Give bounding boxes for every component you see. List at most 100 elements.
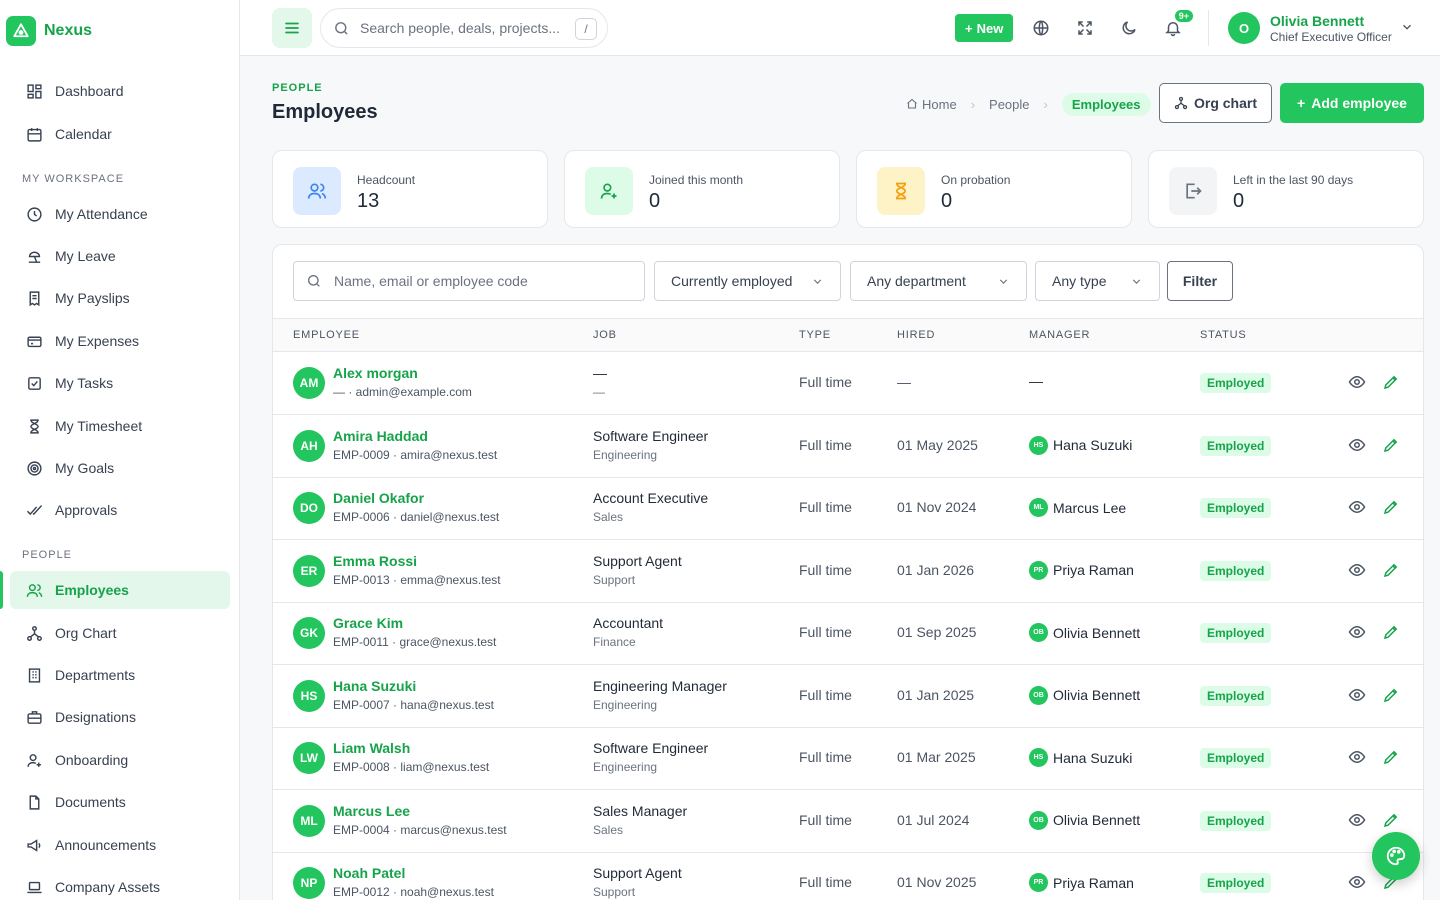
edit-icon[interactable]	[1382, 811, 1400, 832]
manager-avatar: OB	[1029, 810, 1048, 830]
menu-toggle-button[interactable]	[272, 8, 312, 48]
edit-icon[interactable]	[1382, 623, 1400, 644]
edit-icon[interactable]	[1382, 686, 1400, 707]
sidebar-item-company-assets[interactable]: Company Assets	[10, 868, 230, 900]
org-chart-button[interactable]: Org chart	[1159, 83, 1272, 123]
view-icon[interactable]	[1348, 686, 1366, 707]
column-header-job[interactable]: JOB	[593, 329, 617, 341]
filter-button[interactable]: Filter	[1167, 261, 1233, 301]
sidebar-item-onboarding[interactable]: Onboarding	[10, 741, 230, 779]
column-header-employee[interactable]: EMPLOYEE	[293, 329, 360, 341]
status-badge: Employed	[1200, 685, 1272, 706]
stat-card-left: Left in the last 90 days 0	[1148, 150, 1424, 228]
sidebar-item-designations[interactable]: Designations	[10, 698, 230, 736]
stat-label: Headcount	[357, 173, 416, 187]
manager-avatar: HS	[1029, 435, 1048, 455]
sidebar-item-dashboard[interactable]: Dashboard	[10, 72, 230, 110]
employment-type: Full time	[799, 686, 852, 703]
sidebar-item-label: My Leave	[55, 248, 116, 264]
sidebar-item-my-attendance[interactable]: My Attendance	[10, 195, 230, 233]
sidebar-item-my-expenses[interactable]: My Expenses	[10, 322, 230, 360]
edit-icon[interactable]	[1382, 748, 1400, 769]
sidebar-item-calendar[interactable]: Calendar	[10, 115, 230, 153]
manager-name: Olivia Bennett	[1053, 812, 1141, 828]
chevron-down-icon[interactable]	[1400, 20, 1414, 37]
edit-icon[interactable]	[1382, 373, 1400, 394]
chevron-down-icon	[999, 278, 1008, 284]
edit-icon[interactable]	[1382, 436, 1400, 457]
sidebar-item-my-tasks[interactable]: My Tasks	[10, 364, 230, 402]
user-plus-icon	[585, 167, 633, 215]
sidebar-item-announcements[interactable]: Announcements	[10, 826, 230, 864]
employee-name-link[interactable]: Daniel Okafor	[333, 490, 424, 506]
theme-customizer-button[interactable]	[1372, 832, 1420, 880]
employment-type: Full time	[799, 749, 852, 765]
column-header-manager[interactable]: MANAGER	[1029, 329, 1090, 341]
status-select-value: Currently employed	[671, 273, 793, 289]
sidebar-item-my-timesheet[interactable]: My Timesheet	[10, 407, 230, 445]
globe-icon	[1033, 20, 1049, 36]
sidebar-item-my-payslips[interactable]: My Payslips	[10, 279, 230, 317]
view-icon[interactable]	[1348, 811, 1366, 832]
edit-icon[interactable]	[1382, 561, 1400, 582]
global-search-input[interactable]: Search people, deals, projects... /	[320, 8, 608, 48]
hired-date: 01 Mar 2025	[897, 749, 976, 765]
new-button[interactable]: + New	[955, 14, 1014, 42]
sidebar-item-label: My Payslips	[55, 290, 130, 306]
edit-icon[interactable]	[1382, 498, 1400, 519]
fullscreen-button[interactable]	[1071, 14, 1099, 42]
view-icon[interactable]	[1348, 373, 1366, 394]
employee-name-link[interactable]: Alex morgan	[333, 365, 418, 381]
breadcrumb-people[interactable]: People	[989, 97, 1029, 112]
hired-date: 01 Sep 2025	[897, 624, 977, 640]
sidebar-item-departments[interactable]: Departments	[10, 656, 230, 694]
view-icon[interactable]	[1348, 561, 1366, 582]
sidebar-item-documents[interactable]: Documents	[10, 783, 230, 821]
user-avatar[interactable]: O	[1228, 12, 1260, 44]
employee-avatar: ML	[293, 804, 325, 837]
column-header-hired[interactable]: HIRED	[897, 329, 935, 341]
view-icon[interactable]	[1348, 498, 1366, 519]
employee-name-link[interactable]: Marcus Lee	[333, 803, 410, 819]
employee-name-link[interactable]: Noah Patel	[333, 865, 405, 881]
nexus-logo-icon	[6, 16, 36, 46]
status-badge: Employed	[1200, 373, 1272, 393]
stat-value: 0	[1233, 190, 1245, 212]
brand[interactable]: Nexus	[6, 16, 92, 46]
view-icon[interactable]	[1348, 873, 1366, 894]
column-header-type[interactable]: TYPE	[799, 329, 831, 341]
employee-name-link[interactable]: Emma Rossi	[333, 553, 417, 569]
employee-name-link[interactable]: Grace Kim	[333, 615, 403, 631]
sidebar-item-approvals[interactable]: Approvals	[10, 491, 230, 529]
hamburger-icon	[285, 22, 299, 34]
sidebar-item-employees[interactable]: Employees	[0, 571, 230, 609]
department-select[interactable]: Any department	[850, 261, 1027, 301]
view-icon[interactable]	[1348, 436, 1366, 457]
chevron-down-icon	[1132, 278, 1141, 284]
notifications-button[interactable]: 9+	[1159, 10, 1193, 42]
column-header-status[interactable]: STATUS	[1200, 329, 1247, 341]
manager-name: Priya Raman	[1053, 562, 1134, 578]
theme-toggle-button[interactable]	[1115, 14, 1143, 42]
double-check-icon	[26, 504, 43, 515]
sidebar-item-org-chart[interactable]: Org Chart	[10, 614, 230, 652]
job-title: Sales Manager	[593, 802, 688, 819]
sidebar-item-my-goals[interactable]: My Goals	[10, 449, 230, 487]
type-select[interactable]: Any type	[1035, 261, 1160, 301]
breadcrumb-home[interactable]: Home	[906, 97, 957, 112]
employee-name-link[interactable]: Liam Walsh	[333, 740, 410, 756]
employee-code-email: EMP-0013 · emma@nexus.test	[333, 572, 501, 587]
view-icon[interactable]	[1348, 748, 1366, 769]
job-department: Support	[593, 885, 636, 899]
status-select[interactable]: Currently employed	[654, 261, 841, 301]
language-button[interactable]	[1027, 14, 1055, 42]
employee-avatar: AM	[293, 367, 325, 399]
add-employee-button[interactable]: + Add employee	[1280, 83, 1424, 123]
plus-icon: +	[965, 20, 973, 36]
employee-name-link[interactable]: Amira Haddad	[333, 428, 428, 444]
sidebar-item-my-leave[interactable]: My Leave	[10, 237, 230, 275]
employee-name-link[interactable]: Hana Suzuki	[333, 678, 416, 694]
user-name[interactable]: Olivia Bennett	[1270, 13, 1364, 29]
employee-search-input[interactable]: Name, email or employee code	[293, 261, 645, 301]
view-icon[interactable]	[1348, 623, 1366, 644]
